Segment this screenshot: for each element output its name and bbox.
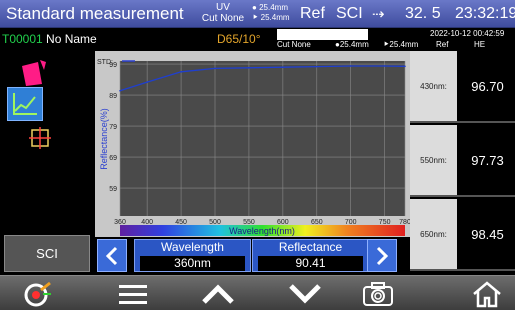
data-point bbox=[315, 65, 318, 68]
y-tick-label: 79 bbox=[109, 124, 117, 131]
info-bar: T00001 No Name D65/10° Cut None ●25.4mm … bbox=[0, 28, 515, 51]
reading-value: 98.45 bbox=[471, 226, 504, 242]
sci-mode-button[interactable]: SCI bbox=[4, 235, 90, 272]
reading-value: 97.73 bbox=[471, 152, 504, 168]
x-tick-label: 550 bbox=[243, 219, 255, 226]
x-tick-label: 400 bbox=[141, 219, 153, 226]
status-bar: Standard measurement UV Cut None ● 25.4m… bbox=[0, 0, 515, 28]
down-button[interactable] bbox=[285, 278, 325, 309]
reflectance-value: 90.41 bbox=[258, 256, 363, 271]
aperture-ring-icon: ● bbox=[252, 3, 257, 12]
sample-label: No Name bbox=[46, 32, 97, 46]
reading-wavelength: 430nm: bbox=[410, 51, 457, 121]
reading-wavelength: 550nm: bbox=[410, 125, 457, 195]
aperture-value-2: 25.4mm bbox=[260, 13, 290, 22]
aperture-b-value: 25.4mm bbox=[389, 40, 419, 49]
y-tick-label: 89 bbox=[109, 93, 117, 100]
sample-id: T00001 bbox=[2, 32, 43, 46]
wavelength-readout: Wavelength 360nm bbox=[134, 239, 251, 272]
x-tick-label: 780 bbox=[399, 219, 410, 226]
next-wavelength-button[interactable] bbox=[367, 239, 397, 272]
aperture-value-1: 25.4mm bbox=[259, 3, 288, 12]
reflectance-chart: STD: Reflectance(%) 99 89 79 69 59 360 400 450… bbox=[95, 51, 411, 237]
data-point bbox=[404, 65, 406, 68]
usb-icon: ⇢ bbox=[372, 6, 385, 23]
data-point bbox=[119, 89, 121, 92]
target-button[interactable] bbox=[18, 278, 58, 309]
aperture-a-value: 25.4mm bbox=[339, 40, 369, 49]
y-tick-label: 69 bbox=[109, 155, 117, 162]
x-tick-label: 500 bbox=[209, 219, 221, 226]
reading-row: 650nm: 98.45 bbox=[410, 199, 515, 271]
x-tick-label: 700 bbox=[345, 219, 357, 226]
bottom-toolbar bbox=[0, 275, 515, 310]
uv-mode-label: Cut None bbox=[277, 40, 311, 49]
y-tick-label: 99 bbox=[109, 62, 117, 69]
x-tick-label: 750 bbox=[379, 219, 391, 226]
y-axis-label: Reflectance(%) bbox=[99, 108, 109, 170]
reading-wavelength: 650nm: bbox=[410, 199, 457, 269]
column-de: ΗE bbox=[474, 40, 486, 49]
data-point bbox=[146, 81, 148, 83]
crosshair-icon[interactable] bbox=[29, 127, 51, 149]
sample-name[interactable]: T00001 No Name bbox=[2, 32, 97, 46]
x-tick-label: 360 bbox=[114, 219, 126, 226]
page-title: Standard measurement bbox=[6, 4, 184, 23]
up-button[interactable] bbox=[198, 278, 238, 309]
chart-svg: STD: Reflectance(%) 9989796959 360 400 450… bbox=[95, 51, 411, 237]
aperture-beam-icon: ⯈ bbox=[252, 13, 259, 22]
x-tick-label: 650 bbox=[311, 219, 323, 226]
down-icon bbox=[289, 283, 321, 304]
column-ref: Ref bbox=[436, 40, 449, 49]
reflectance-readout: Reflectance 90.41 bbox=[252, 239, 369, 272]
illuminant-observer: D65/10° bbox=[217, 32, 261, 46]
data-point bbox=[180, 71, 182, 73]
wavelength-nav: Wavelength 360nm Reflectance 90.41 bbox=[95, 237, 410, 275]
clock: 23:32:19 bbox=[455, 5, 515, 22]
x-axis-label: Wavelength(nm) bbox=[229, 226, 295, 236]
reflectance-label: Reflectance bbox=[278, 240, 343, 254]
wavelength-value: 360nm bbox=[140, 256, 245, 271]
data-point bbox=[383, 65, 386, 67]
up-icon bbox=[202, 283, 234, 304]
reading-row: 550nm: 97.73 bbox=[410, 125, 515, 197]
home-icon bbox=[473, 280, 501, 307]
reading-row: 430nm: 96.70 bbox=[410, 51, 515, 123]
uv-mode: Cut None bbox=[201, 13, 245, 24]
target-icon bbox=[24, 281, 51, 306]
plot-area bbox=[120, 61, 405, 216]
chevron-right-icon bbox=[376, 246, 389, 265]
measurement-datetime: 2022-10-12 00:42:59 bbox=[430, 29, 505, 38]
camera-icon bbox=[363, 281, 393, 306]
spectral-graph-icon[interactable] bbox=[7, 87, 43, 121]
battery-level: 32. 5 bbox=[405, 5, 441, 22]
uv-status: UV Cut None bbox=[200, 2, 246, 24]
x-tick-label: 600 bbox=[277, 219, 289, 226]
data-point bbox=[248, 67, 250, 69]
ref-indicator: Ref bbox=[300, 5, 325, 22]
sci-indicator: SCI bbox=[336, 5, 363, 22]
y-tick-label: 59 bbox=[109, 186, 117, 193]
uv-label: UV bbox=[216, 2, 230, 13]
menu-button[interactable] bbox=[113, 278, 153, 309]
aperture-a: ●25.4mm bbox=[335, 40, 369, 49]
aperture-b: ⯈25.4mm bbox=[383, 40, 418, 50]
reading-panel: 430nm: 96.70 550nm: 97.73 650nm: 98.45 bbox=[410, 51, 515, 275]
menu-icon bbox=[119, 284, 147, 304]
data-point bbox=[214, 67, 216, 70]
left-toolbar: SCI bbox=[0, 51, 95, 275]
chevron-left-icon bbox=[105, 246, 118, 265]
data-point bbox=[349, 65, 352, 67]
x-tick-label: 450 bbox=[175, 219, 187, 226]
camera-button[interactable] bbox=[358, 278, 398, 309]
standard-name-field bbox=[277, 29, 368, 40]
aperture-status: ● 25.4mm ⯈ 25.4mm bbox=[252, 3, 290, 23]
home-button[interactable] bbox=[467, 278, 507, 309]
previous-wavelength-button[interactable] bbox=[97, 239, 127, 272]
data-point bbox=[282, 66, 284, 68]
reading-value: 96.70 bbox=[471, 78, 504, 94]
wavelength-label: Wavelength bbox=[161, 240, 224, 254]
